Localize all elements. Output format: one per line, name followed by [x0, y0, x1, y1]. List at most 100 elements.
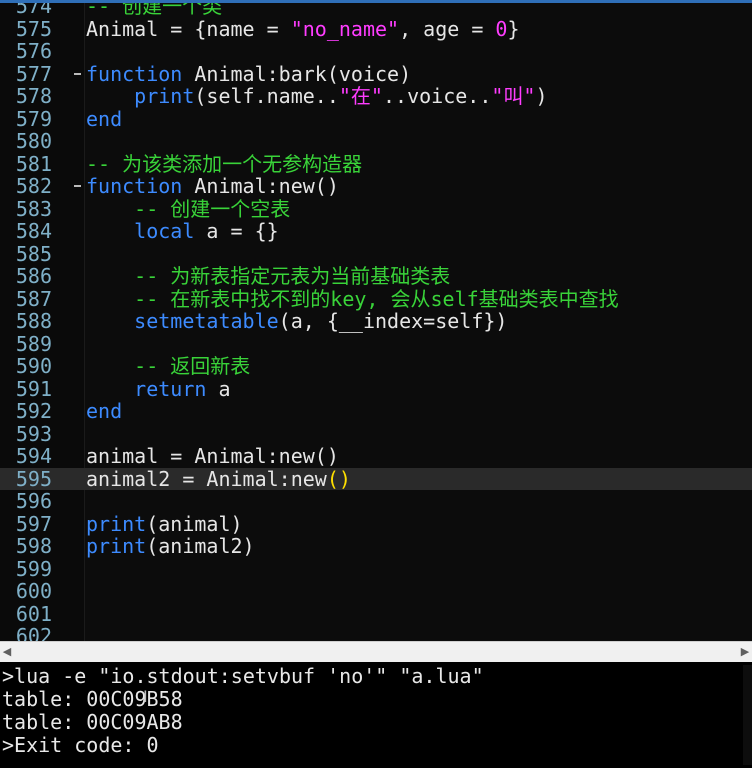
line-number: 595: [15, 466, 52, 491]
code-text: return a: [86, 376, 231, 401]
code-text: print(self.name.."在"..voice.."叫"): [86, 84, 548, 108]
code-line[interactable]: 584 local a = {}: [0, 220, 752, 243]
line-number: 584: [15, 219, 52, 243]
code-text: function Animal:new(): [86, 175, 339, 198]
code-token: ): [535, 84, 548, 108]
code-text: -- 创建一个类: [86, 3, 222, 18]
code-line[interactable]: 574 -- 创建一个类: [0, 3, 752, 18]
line-number: 601: [15, 601, 52, 626]
code-line[interactable]: 585: [0, 242, 752, 266]
code-token: (self.name..: [194, 84, 339, 108]
code-text: setmetatable(a, {__index=self}): [86, 310, 507, 333]
code-token: Animal:bark(voice): [182, 61, 412, 86]
code-line[interactable]: 595 animal2 = Animal:new(): [0, 466, 752, 491]
code-line[interactable]: 576: [0, 40, 752, 63]
scroll-right-icon[interactable]: ▶: [740, 646, 750, 658]
line-number: 591: [15, 376, 52, 401]
code-token: local: [134, 219, 195, 243]
code-line[interactable]: 601: [0, 601, 752, 626]
code-line[interactable]: 600: [0, 580, 752, 603]
code-token: , age =: [399, 16, 496, 41]
code-line[interactable]: 587 -- 在新表中找不到的key, 会从self基础类表中查找: [0, 286, 752, 311]
code-line[interactable]: 581 -- 为该类添加一个无参构造器: [0, 151, 752, 176]
line-number: 583: [15, 196, 52, 221]
code-line[interactable]: 591 return a: [0, 376, 752, 401]
code-line[interactable]: 598 print(animal2): [0, 535, 752, 558]
code-text: -- 在新表中找不到的key, 会从self基础类表中查找: [86, 286, 619, 311]
horizontal-scrollbar[interactable]: ◀ ▶: [0, 641, 752, 663]
line-number: 577: [15, 61, 52, 86]
code-token: function: [86, 61, 183, 86]
code-line[interactable]: 586 -- 为新表指定元表为当前基础类表: [0, 265, 752, 288]
code-line[interactable]: 578 print(self.name.."在"..voice.."叫"): [0, 85, 752, 108]
fold-marker-icon[interactable]: [74, 185, 81, 187]
code-line[interactable]: 596: [0, 490, 752, 513]
code-token: }: [507, 16, 520, 41]
code-text: print(animal2): [86, 535, 255, 558]
line-number: 589: [15, 331, 52, 356]
line-number: 586: [15, 264, 52, 288]
output-result-line-1: table: 00C09B58: [2, 687, 183, 711]
code-editor[interactable]: 574 -- 创建一个类 575 Animal = {name = "no_name"…: [0, 3, 752, 641]
scroll-left-icon[interactable]: ◀: [2, 646, 12, 658]
code-line[interactable]: 592 end: [0, 400, 752, 423]
line-number: 579: [15, 106, 52, 131]
code-line[interactable]: 579 end: [0, 106, 752, 131]
code-line[interactable]: 580: [0, 130, 752, 153]
code-token: -- 在新表中找不到的key, 会从self基础类表中查找: [134, 286, 619, 311]
code-text: -- 返回新表: [86, 355, 250, 378]
code-token: -- 为该类添加一个无参构造器: [86, 151, 363, 176]
code-line[interactable]: 583 -- 创建一个空表: [0, 196, 752, 221]
code-token: function: [86, 174, 183, 198]
line-number: 578: [15, 84, 52, 108]
code-line[interactable]: 602: [0, 625, 752, 641]
code-line[interactable]: 589: [0, 331, 752, 356]
code-token: print: [86, 511, 147, 536]
code-text: end: [86, 400, 122, 423]
code-token: ..voice..: [382, 84, 492, 108]
output-command-line: >lua -e "io.stdout:setvbuf 'no'" "a.lua": [2, 664, 484, 688]
code-token: animal2 = Animal:new: [86, 466, 327, 491]
code-line[interactable]: 575 Animal = {name = "no_name", age = 0}: [0, 16, 752, 41]
line-number: 587: [15, 286, 52, 311]
code-token: a = {}: [194, 219, 279, 243]
output-result-line-2: table: 00C09AB8: [2, 710, 183, 734]
code-line[interactable]: 594 animal = Animal:new(): [0, 445, 752, 468]
code-text: animal2 = Animal:new(): [86, 466, 351, 491]
code-token: -- 为新表指定元表为当前基础类表: [134, 264, 451, 288]
code-token: Animal:new(): [182, 174, 339, 198]
line-number: 597: [15, 511, 52, 536]
code-token: end: [86, 399, 123, 423]
code-line[interactable]: 593: [0, 422, 752, 446]
line-number: 599: [15, 556, 52, 581]
code-line[interactable]: 597 print(animal): [0, 511, 752, 536]
line-number: 576: [15, 39, 52, 63]
code-text: animal = Animal:new(): [86, 445, 339, 468]
code-text: -- 为新表指定元表为当前基础类表: [86, 265, 450, 288]
code-line[interactable]: 577 function Animal:bark(voice): [0, 61, 752, 86]
fold-marker-icon[interactable]: [74, 72, 81, 75]
line-number: 580: [15, 129, 52, 153]
code-token: print: [134, 84, 195, 108]
code-line[interactable]: 599: [0, 556, 752, 581]
line-number: 594: [15, 444, 52, 468]
code-line[interactable]: 588 setmetatable(a, {__index=self}): [0, 310, 752, 333]
mouse-cursor-icon: I: [143, 687, 148, 706]
code-token: Animal = {name =: [86, 16, 291, 41]
scrollbar-thumb[interactable]: [14, 646, 736, 658]
code-token: a: [206, 376, 231, 401]
code-line[interactable]: 590 -- 返回新表: [0, 355, 752, 378]
code-token: 0: [495, 16, 508, 41]
code-text: Animal = {name = "no_name", age = 0}: [86, 16, 520, 41]
code-token: (animal2): [146, 534, 255, 558]
code-token: (): [326, 466, 351, 491]
line-number: 602: [15, 624, 52, 641]
line-number: 588: [15, 309, 52, 333]
output-pane[interactable]: >lua -e "io.stdout:setvbuf 'no'" "a.lua"…: [0, 662, 752, 768]
code-token: -- 创建一个空表: [134, 196, 291, 221]
code-line[interactable]: 582 function Animal:new(): [0, 175, 752, 198]
